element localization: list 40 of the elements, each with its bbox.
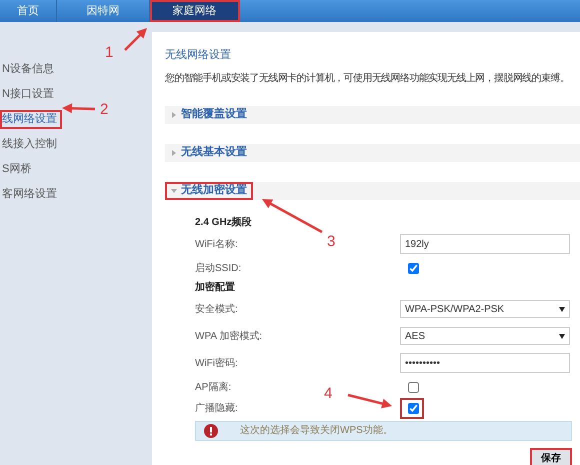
warning-text: 这次的选择会导致关闭WPS功能。: [240, 424, 393, 438]
checkbox[interactable]: [408, 262, 419, 274]
sidebar-item[interactable]: 线网络设置: [0, 110, 62, 129]
sidebar-item[interactable]: 线接入控制: [0, 135, 62, 154]
sidebar-item[interactable]: N设备信息: [0, 60, 59, 79]
step-number: 2: [100, 101, 108, 118]
sidebar-item[interactable]: S网桥: [0, 160, 36, 179]
nav-tab[interactable]: 家庭网络: [150, 0, 240, 22]
caret-down-icon: [559, 334, 565, 338]
input-field[interactable]: 192ly: [400, 234, 570, 254]
group-heading: 加密配置: [195, 280, 235, 294]
dropdown[interactable]: AES: [400, 327, 570, 345]
field-label: AP隔离:: [195, 382, 232, 393]
field-label: WiFi名称:: [195, 238, 238, 250]
save-button[interactable]: 保存: [530, 448, 572, 465]
accordion-header[interactable]: 无线加密设置: [165, 182, 253, 200]
annotation-arrow: [262, 199, 323, 234]
sidebar-item[interactable]: N接口设置: [0, 85, 59, 104]
field-label: 广播隐藏:: [195, 402, 238, 414]
field-label: WPA 加密模式:: [195, 330, 262, 342]
field-label: WiFi密码:: [195, 358, 238, 369]
caret-down-icon: [559, 306, 565, 312]
field-label: 启动SSID:: [195, 262, 242, 274]
dropdown[interactable]: WPA-PSK/WPA2-PSK: [400, 300, 570, 318]
step-number: 3: [327, 233, 336, 250]
checkbox[interactable]: [408, 402, 419, 414]
group-heading: 2.4 GHz频段: [195, 216, 252, 230]
field-label: 安全模式:: [195, 304, 238, 315]
description-text: 您的智能手机或安装了无线网卡的计算机，可使用无线网络功能实现无线上网，摆脱网线的束缚。: [165, 72, 570, 86]
annotation-arrow: [62, 103, 96, 114]
checkbox[interactable]: [408, 382, 419, 392]
annotation-arrow: [124, 28, 147, 51]
warning-icon: [204, 424, 218, 438]
sidebar-item[interactable]: 客网络设置: [0, 185, 62, 204]
nav-tab[interactable]: 首页: [0, 0, 57, 22]
section-title: 无线网络设置: [165, 48, 232, 63]
annotation-arrow: [348, 394, 392, 408]
step-number: 4: [324, 385, 332, 402]
step-number: 1: [105, 44, 114, 61]
input-field[interactable]: ••••••••••: [400, 353, 570, 373]
